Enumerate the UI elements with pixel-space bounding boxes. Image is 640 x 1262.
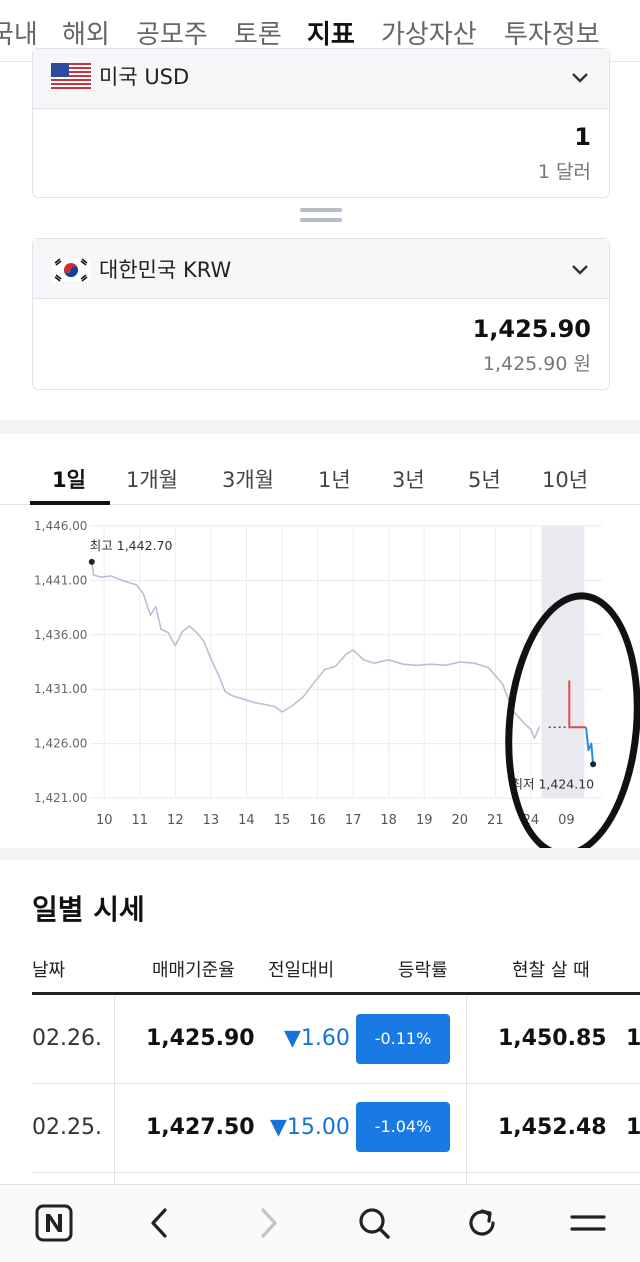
chart-y-tick-label: 1,426.00 [34,737,87,751]
kr-flag-icon [51,257,91,283]
to-currency-card: 대한민국 KRW 1,425.90 1,425.90 원 [32,238,610,390]
back-arrow-icon[interactable] [140,1203,180,1243]
chart-y-tick-label: 1,441.00 [34,573,87,587]
header-cash-buy: 현찰 살 때 [512,960,590,981]
chart-x-tick-label: 10 [96,813,113,828]
header-change-rate: 등락률 [398,960,448,981]
to-amount-value[interactable]: 1,425.90 [473,315,591,343]
to-currency-select[interactable]: 대한민국 KRW [33,239,609,299]
chart-y-tick-label: 1,431.00 [34,682,87,696]
row-base-rate: 1,425.90 [146,1026,255,1051]
chart-x-tick-label: 20 [452,813,469,828]
row-cash-buy: 1,452.48 [498,1115,607,1140]
row-divider [32,1172,640,1173]
chart-x-tick-label: 19 [416,813,433,828]
row-date: 02.26. [32,1026,102,1051]
to-amount-text: 1,425.90 원 [482,353,591,375]
row-cash-sell-partial: 1, [626,1115,640,1140]
row-change-rate-badge: -1.04% [356,1102,450,1152]
chevron-down-icon[interactable] [569,258,591,280]
from-amount-text: 1 달러 [537,161,591,183]
period-tab-3y[interactable]: 3년 [392,464,425,494]
chart-x-tick-label: 21 [487,813,504,828]
table-row[interactable]: 02.26. 1,425.90 ▼1.60 -0.11% 1,450.85 1, [0,996,640,1084]
table-header-line [32,992,640,995]
period-tab-1d[interactable]: 1일 [52,464,86,494]
chart-x-tick-label: 16 [309,813,326,828]
period-tab-5y[interactable]: 5년 [468,464,501,494]
table-row[interactable]: 02.25. 1,427.50 ▼15.00 -1.04% 1,452.48 1… [0,1084,640,1172]
active-period-underline [30,501,110,505]
tab-indicators[interactable]: 지표 [307,14,355,51]
us-flag-icon [51,63,91,89]
tab-ipo[interactable]: 공모주 [136,14,208,51]
tab-discussion[interactable]: 토론 [234,14,282,51]
naver-home-icon[interactable] [34,1203,74,1243]
row-date: 02.25. [32,1115,102,1140]
to-currency-name: 대한민국 KRW [99,258,232,282]
period-tab-3m[interactable]: 3개월 [222,464,274,494]
header-base-rate: 매매기준율 [152,960,235,981]
section-divider [0,420,640,434]
header-date: 날짜 [32,960,66,981]
chart-annotation-point [88,558,95,565]
menu-icon[interactable] [568,1203,608,1243]
chart-y-tick-label: 1,421.00 [34,791,87,805]
period-tab-1m[interactable]: 1개월 [126,464,178,494]
chart-x-tick-label: 18 [380,813,397,828]
chart-x-tick-label: 12 [167,813,184,828]
browser-bottom-bar [0,1184,640,1262]
chart-x-tick-label: 15 [274,813,291,828]
refresh-icon[interactable] [462,1203,502,1243]
tab-invest-info[interactable]: 투자정보 [504,14,600,51]
row-base-rate: 1,427.50 [146,1115,255,1140]
equals-icon [300,208,342,226]
tab-overseas[interactable]: 해외 [62,14,110,51]
chevron-down-icon[interactable] [569,66,591,88]
header-change: 전일대비 [268,960,335,981]
search-icon[interactable] [354,1203,394,1243]
row-cash-sell-partial: 1, [626,1026,640,1051]
chart-x-tick-label: 13 [203,813,220,828]
row-change-rate-badge: -0.11% [356,1014,450,1064]
chart-series-line [91,561,541,739]
row-change: ▼1.60 [284,1026,350,1051]
from-amount-value[interactable]: 1 [574,123,591,151]
chart-y-tick-label: 1,436.00 [34,628,87,642]
tab-crypto[interactable]: 가상자산 [381,14,477,51]
row-cash-buy: 1,450.85 [498,1026,607,1051]
chart-y-tick-label: 1,446.00 [34,519,87,533]
daily-prices-title: 일별 시세 [32,893,145,926]
chart-annotation-label: 최고 1,442.70 [90,538,173,553]
section-divider [0,848,640,860]
forward-arrow-icon[interactable] [248,1203,288,1243]
chart-x-tick-label: 14 [238,813,255,828]
chart-x-tick-label: 17 [345,813,362,828]
chart-x-tick-label: 11 [132,813,149,828]
row-change: ▼15.00 [270,1115,350,1140]
from-currency-select[interactable]: 미국 USD [33,49,609,109]
period-tab-1y[interactable]: 1년 [318,464,351,494]
from-currency-name: 미국 USD [99,65,190,89]
period-tab-10y[interactable]: 10년 [542,464,588,494]
from-currency-card: 미국 USD 1 1 달러 [32,48,610,198]
tab-domestic[interactable]: 국내 [0,14,38,51]
